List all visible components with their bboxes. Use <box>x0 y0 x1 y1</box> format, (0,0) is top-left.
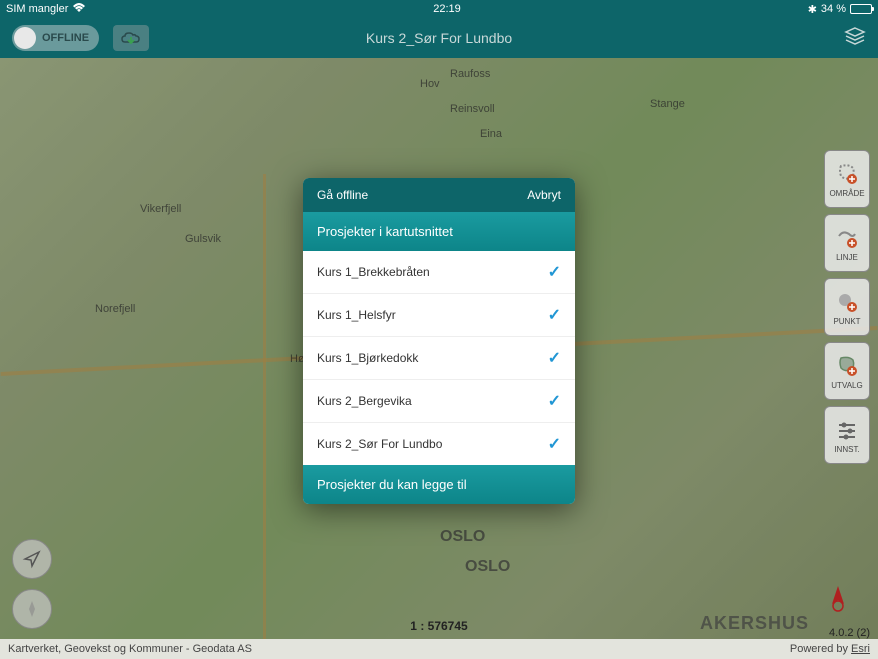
line-tool-button[interactable]: LINJE <box>824 214 870 272</box>
project-name: Kurs 1_Brekkebråten <box>317 265 430 279</box>
toggle-knob <box>14 27 36 49</box>
left-controls <box>12 539 52 629</box>
right-toolbar: OMRÅDE LINJE PUNKT UTVALG INNST. <box>824 150 870 464</box>
north-indicator <box>826 584 850 619</box>
tool-label: PUNKT <box>833 317 860 326</box>
layers-button[interactable] <box>844 26 866 51</box>
area-icon <box>834 161 860 187</box>
cancel-button[interactable]: Avbryt <box>527 188 561 202</box>
compass-button[interactable] <box>12 589 52 629</box>
area-tool-button[interactable]: OMRÅDE <box>824 150 870 208</box>
point-icon <box>834 289 860 315</box>
ios-status-bar: SIM mangler 22:19 ✱ 34 % <box>0 0 878 18</box>
cloud-download-icon <box>120 30 142 46</box>
tool-label: UTVALG <box>831 381 862 390</box>
project-list: Kurs 1_Brekkebråten ✓ Kurs 1_Helsfyr ✓ K… <box>303 251 575 465</box>
attribution-text: Kartverket, Geovekst og Kommuner - Geoda… <box>8 643 252 655</box>
list-item[interactable]: Kurs 2_Sør For Lundbo ✓ <box>303 423 575 465</box>
page-title: Kurs 2_Sør For Lundbo <box>366 30 512 46</box>
list-item[interactable]: Kurs 1_Brekkebråten ✓ <box>303 251 575 294</box>
modal-section-header: Prosjekter i kartutsnittet <box>303 212 575 251</box>
project-name: Kurs 2_Bergevika <box>317 394 412 408</box>
offline-modal: Gå offline Avbryt Prosjekter i kartutsni… <box>303 178 575 504</box>
locate-icon <box>22 549 42 569</box>
battery-icon <box>850 4 872 14</box>
bluetooth-icon: ✱ <box>808 3 817 16</box>
modal-header: Gå offline Avbryt <box>303 178 575 212</box>
app-header: OFFLINE Kurs 2_Sør For Lundbo <box>0 18 878 58</box>
list-item[interactable]: Kurs 1_Helsfyr ✓ <box>303 294 575 337</box>
compass-icon <box>22 599 42 619</box>
selection-icon <box>834 353 860 379</box>
footer-bar: Kartverket, Geovekst og Kommuner - Geoda… <box>0 639 878 659</box>
list-item[interactable]: Kurs 2_Bergevika ✓ <box>303 380 575 423</box>
sliders-icon <box>834 417 860 443</box>
check-icon: ✓ <box>548 434 561 454</box>
point-tool-button[interactable]: PUNKT <box>824 278 870 336</box>
check-icon: ✓ <box>548 391 561 411</box>
map-scale: 1 : 576745 <box>410 619 467 633</box>
list-item[interactable]: Kurs 1_Bjørkedokk ✓ <box>303 337 575 380</box>
powered-by-text: Powered by <box>790 643 848 655</box>
offline-label: OFFLINE <box>42 32 89 44</box>
project-name: Kurs 1_Bjørkedokk <box>317 351 418 365</box>
project-name: Kurs 2_Sør For Lundbo <box>317 437 442 451</box>
project-name: Kurs 1_Helsfyr <box>317 308 396 322</box>
wifi-icon <box>72 3 86 16</box>
settings-tool-button[interactable]: INNST. <box>824 406 870 464</box>
tool-label: LINJE <box>836 253 858 262</box>
check-icon: ✓ <box>548 305 561 325</box>
tool-label: OMRÅDE <box>829 189 864 198</box>
line-icon <box>834 225 860 251</box>
selection-tool-button[interactable]: UTVALG <box>824 342 870 400</box>
battery-percent: 34 % <box>821 3 846 15</box>
modal-section-header: Prosjekter du kan legge til <box>303 465 575 504</box>
download-button[interactable] <box>113 25 149 51</box>
check-icon: ✓ <box>548 348 561 368</box>
tool-label: INNST. <box>834 445 859 454</box>
clock: 22:19 <box>433 3 461 15</box>
check-icon: ✓ <box>548 262 561 282</box>
esri-link[interactable]: Esri <box>851 643 870 655</box>
modal-title: Gå offline <box>317 188 368 202</box>
carrier-text: SIM mangler <box>6 3 68 15</box>
locate-button[interactable] <box>12 539 52 579</box>
offline-toggle[interactable]: OFFLINE <box>12 25 99 51</box>
app-version: 4.0.2 (2) <box>829 627 870 639</box>
